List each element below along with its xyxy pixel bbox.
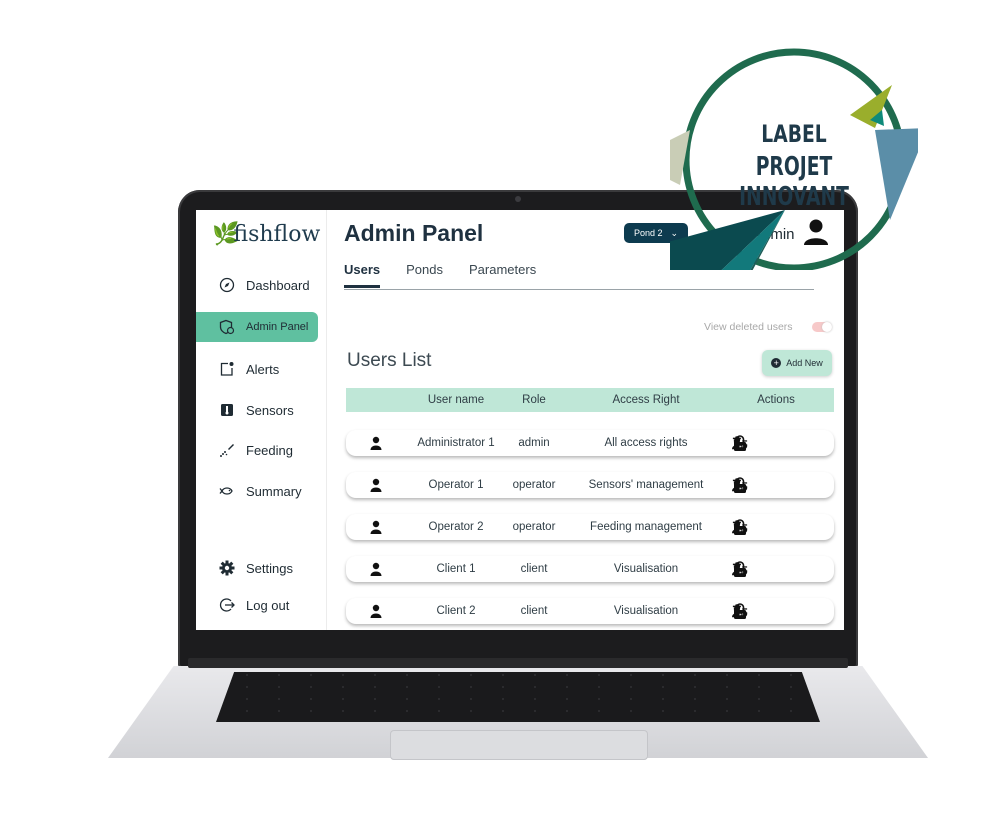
sidebar: 🌿fishflow Dashboard Admin Panel Alerts S… <box>196 210 327 630</box>
badge-line-1: LABEL <box>761 120 827 148</box>
alert-note-icon <box>218 360 236 378</box>
user-name-cell: Client 2 <box>436 605 476 617</box>
access-cell: Visualisation <box>613 563 679 575</box>
sidebar-item-summary[interactable]: Summary <box>196 476 318 506</box>
tabs-divider <box>344 289 814 290</box>
role-cell: client <box>520 605 548 617</box>
sidebar-item-label: Alerts <box>246 361 280 377</box>
users-list-title: Users List <box>347 350 432 371</box>
tab-bar: Users Ponds Parameters <box>344 262 536 288</box>
actions-cell <box>732 598 826 624</box>
sidebar-item-label: Feeding <box>246 442 293 458</box>
view-deleted-toggle[interactable] <box>812 322 832 332</box>
access-cell: Feeding management <box>590 521 702 533</box>
table-row: Operator 1 operator Sensors' management <box>346 472 834 498</box>
tab-parameters[interactable]: Parameters <box>469 262 536 288</box>
plus-icon: + <box>771 358 782 368</box>
logo-text: fishflow <box>233 222 321 247</box>
tab-ponds[interactable]: Ponds <box>406 262 443 288</box>
shield-user-icon <box>218 318 236 336</box>
access-cell: Sensors' management <box>588 479 704 491</box>
page-title: Admin Panel <box>344 220 484 246</box>
user-name-cell: Operator 1 <box>428 479 484 491</box>
delete-icon[interactable] <box>732 514 748 540</box>
logout-icon <box>218 596 236 614</box>
user-name-cell: Client 1 <box>436 563 476 575</box>
table-header: User name Role Access Right Actions <box>346 388 834 412</box>
access-cell: Visualisation <box>613 605 679 617</box>
user-icon <box>368 514 384 540</box>
user-name-cell: Administrator 1 <box>417 437 495 449</box>
role-cell: operator <box>512 521 556 533</box>
user-icon <box>368 430 384 456</box>
badge-line-2: PROJET INNOVANT <box>739 152 849 212</box>
screen: 🌿fishflow Dashboard Admin Panel Alerts S… <box>196 210 844 630</box>
role-cell: client <box>520 563 548 575</box>
user-icon <box>368 472 384 498</box>
sidebar-item-feeding[interactable]: Feeding <box>196 435 318 465</box>
sidebar-item-sensors[interactable]: Sensors <box>196 395 318 425</box>
logo[interactable]: 🌿fishflow <box>212 222 320 247</box>
trackpad <box>390 730 648 760</box>
sidebar-item-label: Dashboard <box>246 277 310 293</box>
user-icon <box>368 556 384 582</box>
camera-icon <box>515 196 521 202</box>
sidebar-item-admin-panel[interactable]: Admin Panel <box>196 312 318 342</box>
table-row: Client 1 client Visualisation <box>346 556 834 582</box>
laptop-hinge <box>188 658 848 668</box>
sidebar-item-label: Summary <box>246 483 302 499</box>
label-badge: LABEL PROJET INNOVANT <box>670 20 918 270</box>
gear-icon <box>218 559 236 577</box>
actions-cell <box>732 556 826 582</box>
actions-cell <box>732 430 826 456</box>
role-cell: admin <box>518 437 550 449</box>
column-header-role: Role <box>522 394 546 406</box>
view-deleted-label: View deleted users <box>704 321 793 333</box>
table-row: Administrator 1 admin All access rights <box>346 430 834 456</box>
actions-cell <box>732 472 826 498</box>
compass-icon <box>218 276 236 294</box>
add-new-button[interactable]: + Add New <box>762 350 832 376</box>
add-new-label: Add New <box>786 358 823 368</box>
feeding-icon <box>218 441 236 459</box>
laptop-base <box>108 658 928 778</box>
sidebar-item-label: Settings <box>246 560 293 576</box>
user-name-cell: Operator 2 <box>428 521 484 533</box>
sidebar-item-label: Sensors <box>246 402 294 418</box>
sidebar-item-label: Admin Panel <box>246 321 309 333</box>
column-header-actions: Actions <box>757 394 795 406</box>
delete-icon[interactable] <box>732 598 748 624</box>
role-cell: operator <box>512 479 556 491</box>
table-row: Operator 2 operator Feeding management <box>346 514 834 540</box>
sidebar-item-label: Log out <box>246 597 290 613</box>
sidebar-item-logout[interactable]: Log out <box>196 590 318 620</box>
table-row: Client 2 client Visualisation <box>346 598 834 624</box>
badge-text: LABEL PROJET INNOVANT <box>670 120 918 212</box>
sensor-icon <box>218 401 236 419</box>
pond-select-value: Pond 2 <box>634 228 663 238</box>
delete-icon[interactable] <box>732 556 748 582</box>
keyboard <box>216 672 820 722</box>
delete-icon[interactable] <box>732 472 748 498</box>
sidebar-item-dashboard[interactable]: Dashboard <box>196 270 318 300</box>
access-cell: All access rights <box>604 437 688 449</box>
main-panel: Admin Panel Pond 2 ⌄ Admin Users Ponds P… <box>327 210 844 630</box>
sidebar-item-alerts[interactable]: Alerts <box>196 354 318 384</box>
column-header-access: Access Right <box>612 394 680 406</box>
actions-cell <box>732 514 826 540</box>
column-header-username: User name <box>427 394 485 406</box>
delete-icon[interactable] <box>732 430 748 456</box>
sidebar-item-settings[interactable]: Settings <box>196 553 318 583</box>
user-icon <box>368 598 384 624</box>
tab-users[interactable]: Users <box>344 262 381 288</box>
fish-icon <box>218 482 236 500</box>
